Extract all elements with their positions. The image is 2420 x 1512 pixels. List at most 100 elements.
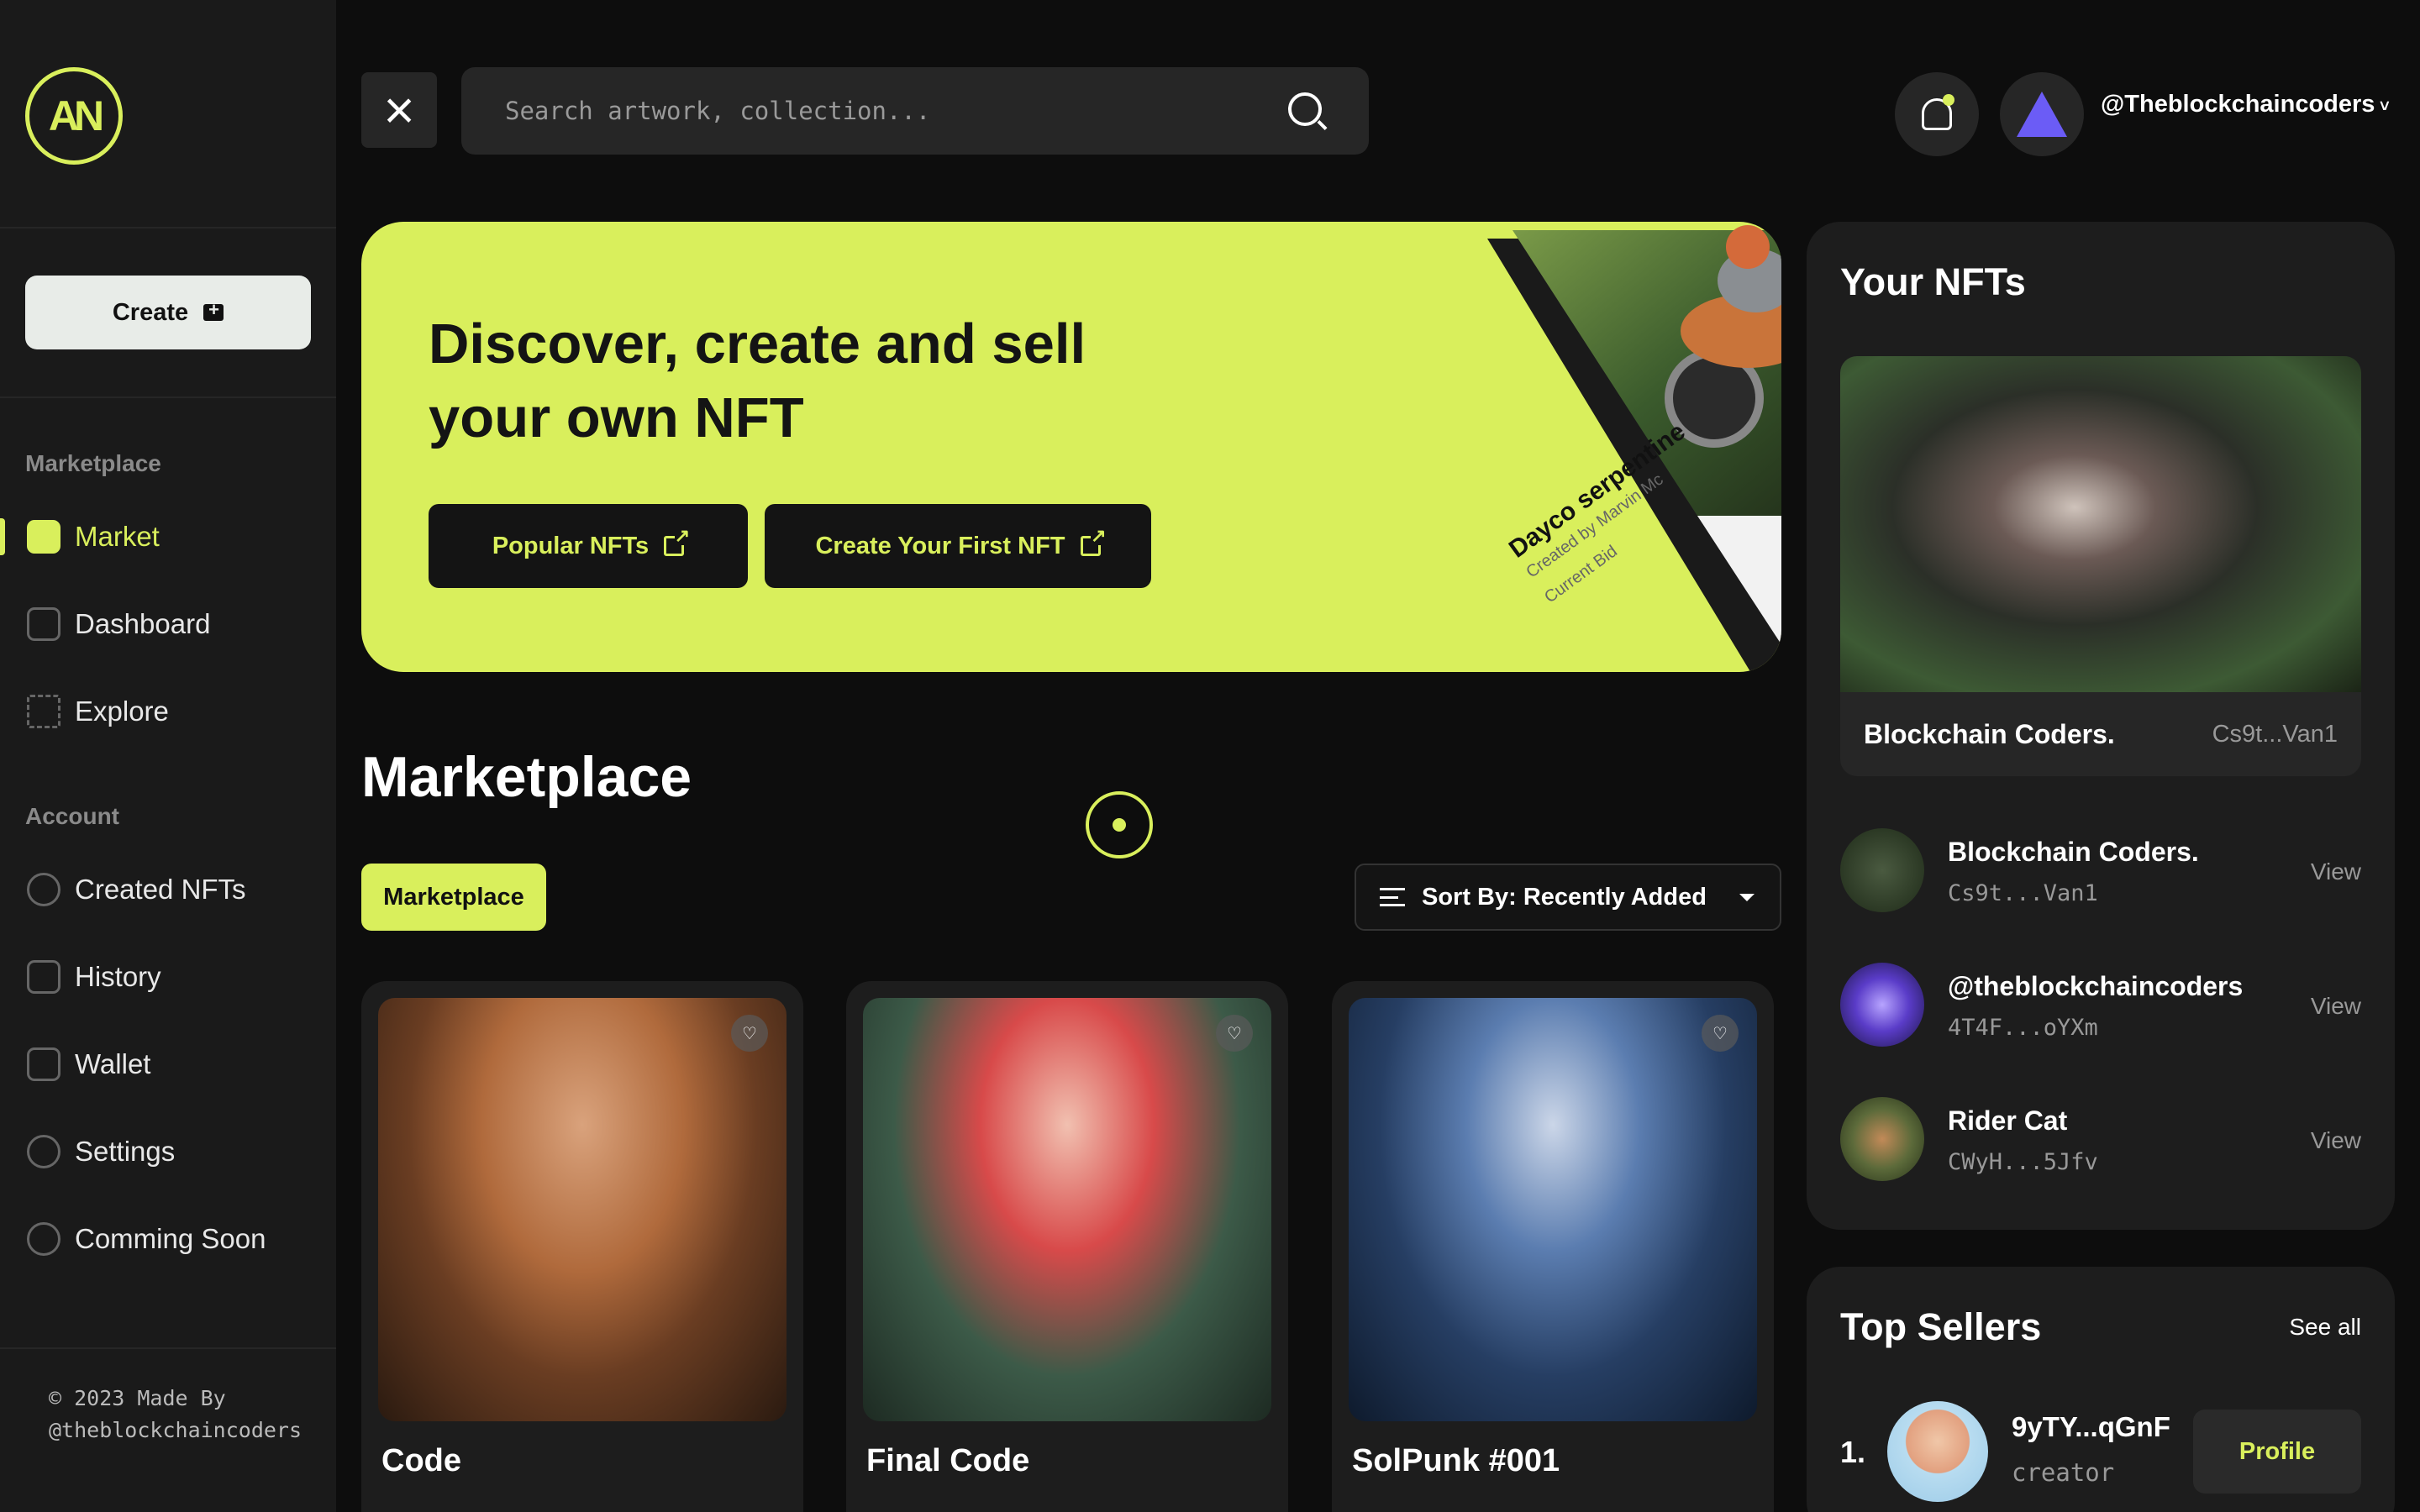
sidebar-item-comming-soon[interactable]: Comming Soon <box>0 1210 336 1268</box>
divider <box>0 1347 336 1349</box>
username-dropdown[interactable]: @Theblockchaincoders ˅ <box>2101 91 2390 118</box>
sidebar-item-market[interactable]: Market <box>0 507 336 566</box>
nft-image <box>378 998 786 1421</box>
footer-line: @theblockchaincoders <box>49 1418 302 1442</box>
top-sellers-panel: Top Sellers See all 1. 9yTY...qGnF creat… <box>1807 1267 2395 1512</box>
view-link[interactable]: View <box>2311 993 2361 1020</box>
see-all-link[interactable]: See all <box>2289 1314 2361 1341</box>
loading-spinner-icon <box>1086 791 1153 858</box>
external-link-icon <box>664 527 691 556</box>
chevron-down-icon: ˅ <box>2375 97 2390 116</box>
list-item-address: Cs9t...Van1 <box>1948 880 2098 906</box>
sort-label: Sort By: Recently Added <box>1422 883 1707 911</box>
search-bar <box>461 67 1369 155</box>
sort-icon <box>1380 888 1405 906</box>
nft-name: Final Code <box>866 1443 1030 1478</box>
nft-thumb <box>1840 828 1924 912</box>
list-item: @theblockchaincoders 4T4F...oYXm View <box>1840 959 2361 1052</box>
footer-credit: © 2023 Made By @theblockchaincoders <box>49 1383 302 1446</box>
your-nfts-panel: Your NFTs Blockchain Coders. Cs9t...Van1… <box>1807 222 2395 1230</box>
notification-button[interactable] <box>1895 72 1979 156</box>
search-icon[interactable] <box>1288 92 1322 126</box>
popular-nfts-button[interactable]: Popular NFTs <box>429 504 748 588</box>
nft-thumb <box>1840 1097 1924 1181</box>
featured-nft-image <box>1840 356 2361 692</box>
list-item-name: Blockchain Coders. <box>1948 837 2199 867</box>
chart-icon <box>27 520 60 554</box>
heart-icon[interactable]: ♡ <box>731 1015 768 1052</box>
sidebar-item-history[interactable]: History <box>0 948 336 1006</box>
nft-card[interactable]: ♡ Code <box>361 981 803 1512</box>
marketplace-title: Marketplace <box>361 745 692 809</box>
hero-title: Discover, create and sell your own NFT <box>429 312 1086 449</box>
sidebar-item-label: Created NFTs <box>75 874 246 905</box>
featured-nft-name: Blockchain Coders. <box>1864 719 2115 749</box>
bell-icon <box>1922 94 1954 130</box>
heart-icon <box>27 873 60 906</box>
seller-role: creator <box>2012 1458 2115 1487</box>
divider <box>0 227 336 228</box>
create-button[interactable]: Create <box>25 276 311 349</box>
folder-plus-icon <box>203 299 224 321</box>
seller-rank: 1. <box>1840 1435 1866 1469</box>
sidebar-item-label: Dashboard <box>75 608 211 639</box>
sidebar-item-label: Wallet <box>75 1048 151 1079</box>
logo[interactable]: AN <box>25 67 123 165</box>
footer-line: © 2023 Made By <box>49 1386 226 1410</box>
sidebar-item-created-nfts[interactable]: Created NFTs <box>0 860 336 919</box>
featured-nft-card[interactable]: Blockchain Coders. Cs9t...Van1 <box>1840 356 2361 776</box>
sidebar-item-dashboard[interactable]: Dashboard <box>0 595 336 654</box>
sidebar-item-settings[interactable]: Settings <box>0 1122 336 1181</box>
nft-image <box>1349 998 1757 1421</box>
active-indicator <box>0 518 5 555</box>
logo-text: AN <box>48 92 104 139</box>
heart-icon[interactable]: ♡ <box>1702 1015 1739 1052</box>
sort-dropdown[interactable]: Sort By: Recently Added <box>1355 864 1781 931</box>
list-item-name: Rider Cat <box>1948 1105 2068 1136</box>
sidebar: AN Create Marketplace Market Dashboard E… <box>0 0 336 1512</box>
wallet-icon <box>27 1047 60 1081</box>
view-link[interactable]: View <box>2311 858 2361 885</box>
search-input[interactable] <box>505 67 1261 155</box>
avatar[interactable] <box>2000 72 2084 156</box>
popular-nfts-label: Popular NFTs <box>492 532 650 559</box>
nft-thumb <box>1840 963 1924 1047</box>
nft-card[interactable]: ♡ SolPunk #001 <box>1332 981 1774 1512</box>
sidebar-item-label: Settings <box>75 1136 176 1167</box>
list-item: Rider Cat CWyH...5Jfv View <box>1840 1094 2361 1186</box>
hero-banner: Dayco serpentine Created by Marvin Mc Cu… <box>361 222 1781 672</box>
sidebar-item-label: Market <box>75 521 160 552</box>
create-first-nft-button[interactable]: Create Your First NFT <box>765 504 1151 588</box>
section-label-marketplace: Marketplace <box>25 450 161 476</box>
profile-button[interactable]: Profile <box>2193 1410 2361 1494</box>
activity-icon <box>27 607 60 641</box>
grid-icon <box>27 695 60 728</box>
avatar <box>1887 1401 1988 1502</box>
nft-image <box>863 998 1271 1421</box>
username: @Theblockchaincoders <box>2101 91 2375 118</box>
create-label: Create <box>112 298 189 326</box>
profile-logo-icon <box>2017 92 2067 137</box>
top-sellers-title: Top Sellers <box>1840 1305 2042 1348</box>
divider <box>0 396 336 398</box>
caret-down-icon <box>1739 893 1754 901</box>
list-item: Blockchain Coders. Cs9t...Van1 View <box>1840 825 2361 917</box>
external-link-icon <box>1080 527 1107 556</box>
sidebar-item-explore[interactable]: Explore <box>0 682 336 741</box>
sidebar-item-label: Explore <box>75 696 169 727</box>
close-button[interactable]: × <box>361 72 437 148</box>
tab-marketplace[interactable]: Marketplace <box>361 864 546 931</box>
nft-card[interactable]: ♡ Final Code <box>846 981 1288 1512</box>
sidebar-item-wallet[interactable]: Wallet <box>0 1035 336 1094</box>
view-link[interactable]: View <box>2311 1127 2361 1154</box>
sidebar-item-label: Comming Soon <box>75 1223 266 1254</box>
create-first-nft-label: Create Your First NFT <box>815 532 1065 559</box>
featured-nft-address: Cs9t...Van1 <box>2212 721 2338 748</box>
hero-nft-card-image <box>1487 225 1781 672</box>
notification-dot <box>1943 94 1954 106</box>
section-label-account: Account <box>25 803 119 829</box>
gear-icon <box>27 1222 60 1256</box>
seller-name: 9yTY...qGnF <box>2012 1411 2170 1442</box>
list-item-address: 4T4F...oYXm <box>1948 1015 2098 1041</box>
heart-icon[interactable]: ♡ <box>1216 1015 1253 1052</box>
